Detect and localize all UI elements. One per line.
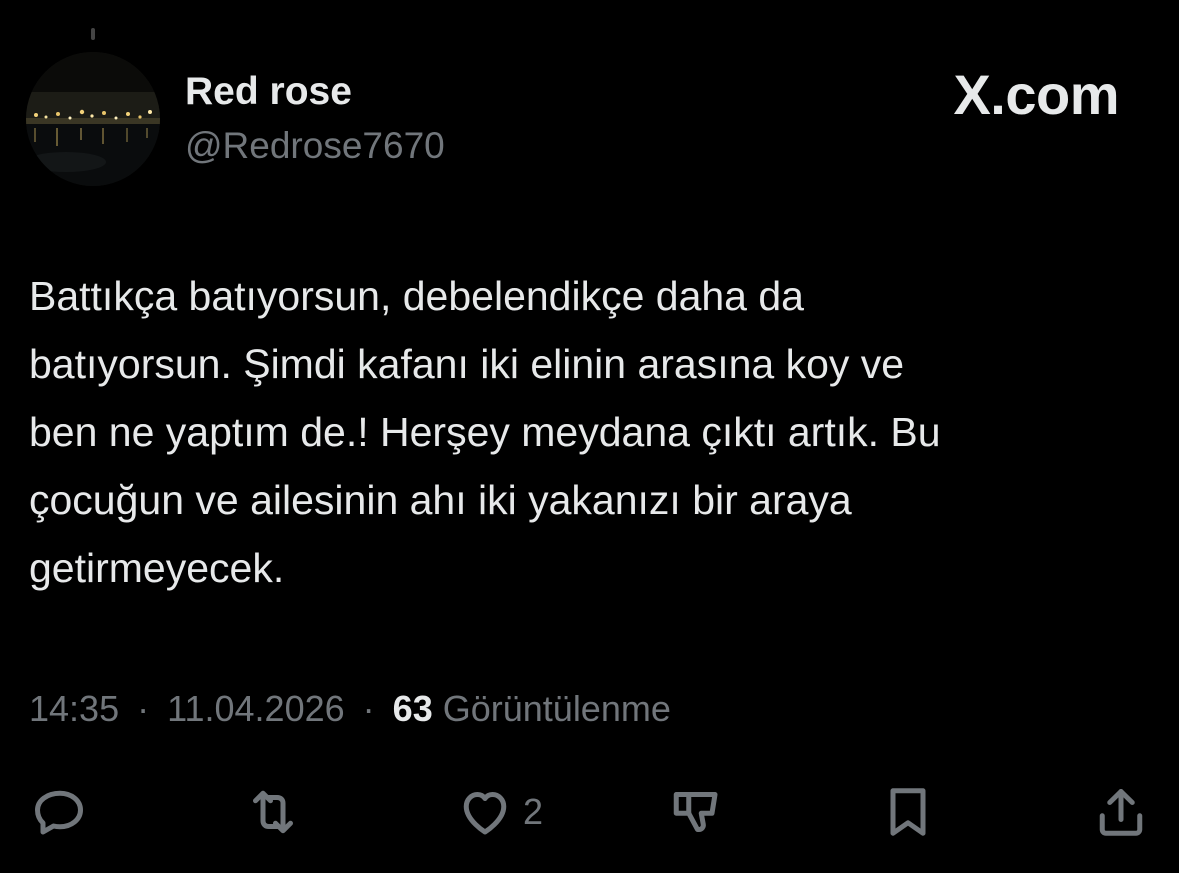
- tweet-date[interactable]: 11.04.2026: [167, 688, 345, 729]
- camera-notch: [91, 28, 95, 40]
- tweet-text: Battıkça batıyorsun, debelendikçe daha d…: [29, 273, 941, 591]
- dislike-button[interactable]: [665, 780, 725, 844]
- views-count: 63: [392, 688, 433, 729]
- views-label: Görüntülenme: [442, 688, 671, 729]
- tweet-card: Red rose @Redrose7670 X.com Battıkça bat…: [0, 0, 1179, 873]
- bookmark-icon: [890, 788, 926, 836]
- x-com-watermark: X.com: [953, 63, 1119, 126]
- tweet-meta: 14:35 · 11.04.2026 · 63 Görüntülenme: [29, 688, 671, 730]
- heart-icon: [463, 792, 507, 835]
- like-button[interactable]: 2: [455, 780, 543, 844]
- author-handle[interactable]: @Redrose7670: [185, 125, 445, 167]
- bookmark-button[interactable]: [878, 780, 938, 844]
- dislike-icon: [673, 792, 718, 832]
- meta-separator: ·: [137, 688, 150, 729]
- meta-separator: ·: [362, 688, 375, 729]
- reply-button[interactable]: [30, 780, 90, 844]
- avatar[interactable]: [26, 52, 160, 186]
- retweet-button[interactable]: [243, 780, 303, 844]
- reply-icon: [35, 790, 83, 835]
- action-bar: 2: [0, 780, 1179, 844]
- like-count: 2: [523, 791, 544, 832]
- night-harbor-avatar-image: [26, 52, 160, 186]
- author-display-name[interactable]: Red rose: [185, 70, 352, 114]
- retweet-icon: [253, 790, 293, 834]
- share-button[interactable]: [1091, 780, 1151, 844]
- share-icon: [1099, 789, 1143, 836]
- tweet-time[interactable]: 14:35: [29, 688, 119, 729]
